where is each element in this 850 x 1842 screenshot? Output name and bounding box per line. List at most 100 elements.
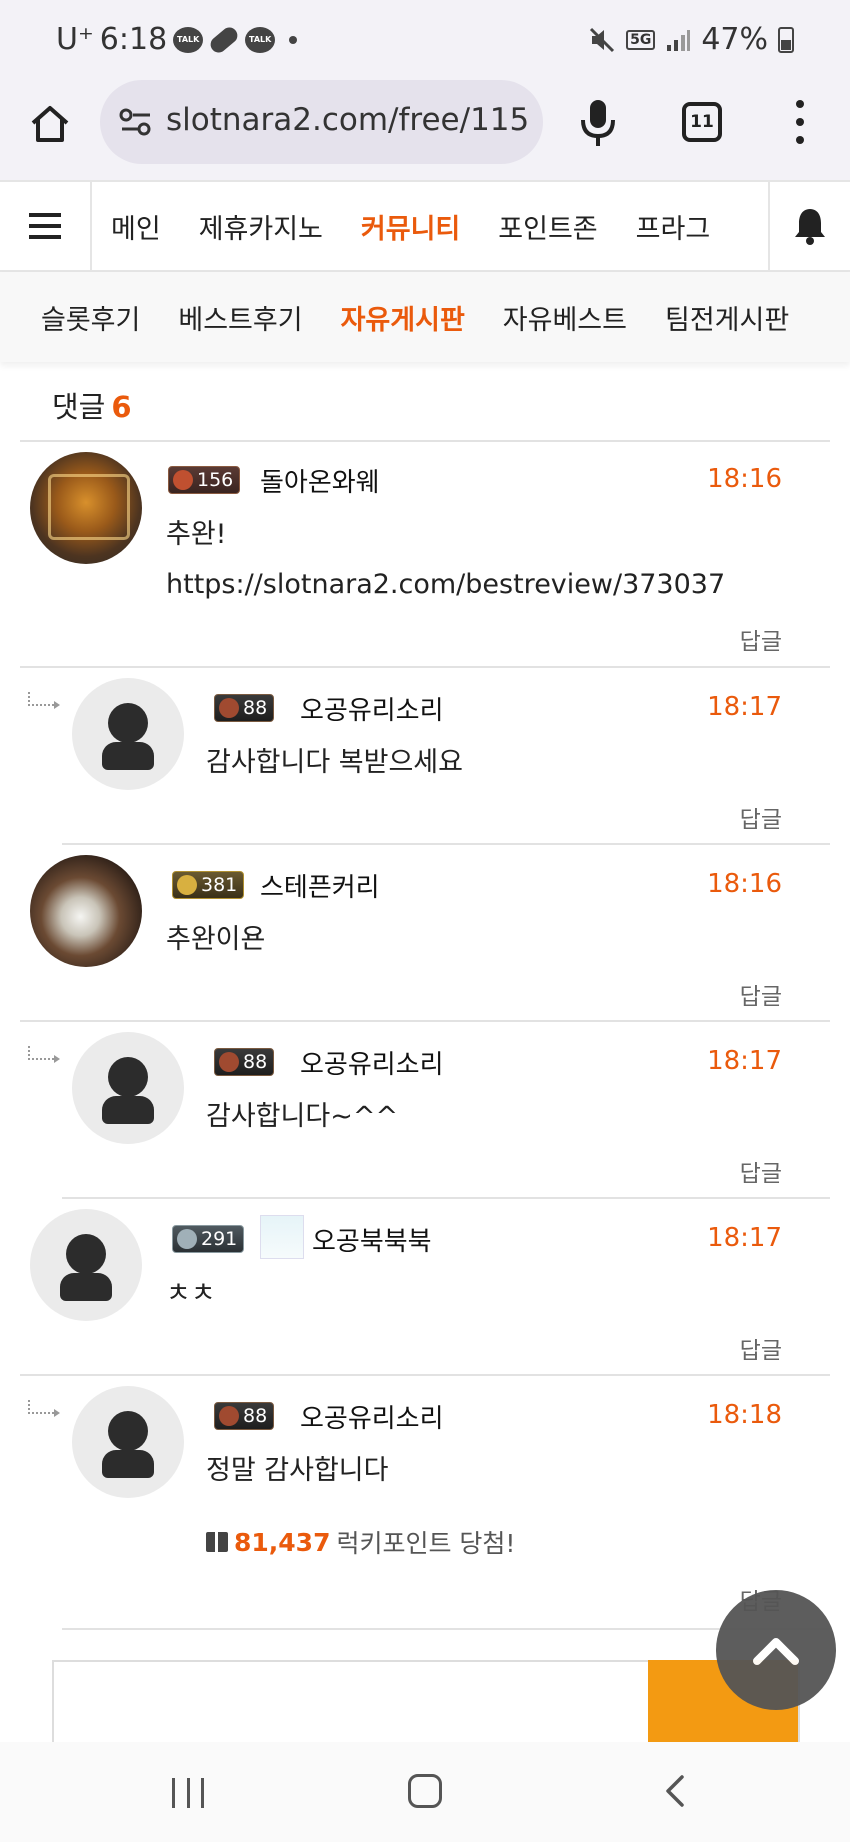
comment-username[interactable]: 돌아온와웨: [260, 462, 380, 499]
notification-dot-icon: [289, 35, 298, 44]
comment-time: 18:17: [707, 1046, 782, 1076]
level-badge: 88: [214, 694, 275, 722]
comment-link[interactable]: https://slotnara2.com/bestreview/373037: [166, 560, 725, 610]
reply-indicator-icon: [28, 1400, 60, 1417]
network-type: 5G: [626, 29, 656, 50]
comment-time: 18:18: [707, 1400, 782, 1430]
scroll-to-top-button[interactable]: [716, 1590, 836, 1710]
comment-item: 291 오공북북북 18:17 ㅊㅊ 답글: [20, 1199, 830, 1376]
comments-count: 6: [111, 390, 132, 424]
comment-text: 추완이욘: [166, 924, 266, 955]
comments-header: 댓글 6: [52, 384, 132, 426]
gift-icon: [206, 1532, 228, 1552]
comment-username[interactable]: 스테픈커리: [260, 867, 380, 904]
url-text[interactable]: slotnara2.com/free/1153: [166, 102, 531, 138]
carrier-label: U⁺: [56, 22, 94, 57]
kakaotalk-icon-2: TALK: [245, 26, 276, 53]
reply-button[interactable]: 답글: [740, 1331, 782, 1365]
signal-icon: [667, 29, 691, 51]
dot-icon: [796, 100, 804, 108]
dot-icon: [796, 136, 804, 144]
level-badge: 381: [172, 871, 245, 899]
comments-label: 댓글: [52, 390, 106, 424]
recent-apps-button[interactable]: [172, 1778, 204, 1808]
level-badge: 88: [214, 1048, 275, 1076]
subnav-item-team-board[interactable]: 팀전게시판: [646, 298, 808, 337]
home-icon: [31, 106, 69, 142]
browser-toolbar: slotnara2.com/free/1153 11: [0, 80, 850, 180]
comment-username[interactable]: 오공유리소리: [300, 1044, 444, 1081]
notifications-button[interactable]: [768, 182, 850, 270]
comment-time: 18:17: [707, 692, 782, 722]
recent-apps-icon: [201, 1778, 204, 1808]
subnav-item-free-best[interactable]: 자유베스트: [484, 298, 646, 337]
hamburger-icon-bar: [29, 224, 61, 228]
nav-item-prag[interactable]: 프라그: [617, 207, 730, 246]
comment-username[interactable]: 오공유리소리: [300, 1398, 444, 1435]
pill-icon: [207, 23, 241, 56]
home-button[interactable]: [24, 98, 76, 150]
comment-text: 추완!: [166, 519, 227, 550]
level-badge: 156: [168, 466, 241, 494]
status-bar: U⁺ 6:18 TALK TALK 5G 47%: [0, 0, 850, 80]
reply-button[interactable]: 답글: [740, 622, 782, 656]
avatar[interactable]: [30, 1209, 142, 1321]
subnav-item-best-review[interactable]: 베스트후기: [159, 298, 321, 337]
dot-icon: [796, 118, 804, 126]
nav-item-community[interactable]: 커뮤니티: [342, 207, 479, 246]
comment-username[interactable]: 오공북북북: [312, 1221, 432, 1258]
comment-time: 18:17: [707, 1223, 782, 1253]
back-icon: [666, 1775, 684, 1807]
comment-username[interactable]: 오공유리소리: [300, 690, 444, 727]
comment-text: ㅊㅊ: [166, 1278, 216, 1309]
subnav-item-free-board[interactable]: 자유게시판: [322, 298, 484, 337]
avatar[interactable]: [72, 1386, 184, 1498]
level-badge: 291: [172, 1225, 245, 1253]
comment-time: 18:16: [707, 869, 782, 899]
recent-apps-icon: [186, 1778, 190, 1808]
avatar[interactable]: [30, 452, 142, 564]
avatar[interactable]: [72, 1032, 184, 1144]
nav-item-partner-casino[interactable]: 제휴카지노: [180, 207, 342, 246]
more-options-button[interactable]: [790, 100, 810, 144]
comment-item: 88 오공유리소리 18:17 감사합니다 복받으세요 답글: [62, 668, 830, 845]
profile-image-icon: [260, 1215, 304, 1259]
comment-time: 18:16: [707, 464, 782, 494]
system-home-button[interactable]: [408, 1774, 442, 1808]
hamburger-icon-bar: [29, 235, 61, 239]
reply-indicator-icon: [28, 692, 60, 709]
comment-item: 381 스테픈커리 18:16 추완이욘 답글: [20, 845, 830, 1022]
site-settings-icon[interactable]: [118, 104, 154, 140]
nav-item-point-zone[interactable]: 포인트존: [479, 207, 616, 246]
comment-text: 정말 감사합니다: [206, 1455, 389, 1486]
address-bar[interactable]: slotnara2.com/free/1153: [100, 80, 543, 164]
tab-switcher-button[interactable]: 11: [682, 102, 722, 142]
kakaotalk-icon: TALK: [173, 26, 204, 53]
level-badge: 88: [214, 1402, 275, 1430]
lucky-points-value: 81,437: [234, 1527, 331, 1557]
battery-icon: [778, 26, 794, 53]
comment-text: 감사합니다~^^: [206, 1101, 399, 1132]
subnav-item-slot-review[interactable]: 슬롯후기: [22, 298, 159, 337]
reply-button[interactable]: 답글: [740, 800, 782, 834]
lucky-points-notice: 81,437 럭키포인트 당첨!: [206, 1524, 515, 1560]
system-back-button[interactable]: [660, 1774, 690, 1808]
comment-item: 88 오공유리소리 18:18 정말 감사합니다 81,437 럭키포인트 당첨…: [62, 1376, 830, 1630]
mute-icon: [590, 27, 615, 52]
reply-button[interactable]: 답글: [740, 977, 782, 1011]
bell-icon: [795, 209, 825, 245]
avatar[interactable]: [72, 678, 184, 790]
site-nav: 메인 제휴카지노 커뮤니티 포인트존 프라그: [0, 180, 850, 272]
menu-button[interactable]: [0, 182, 92, 270]
voice-search-button[interactable]: [575, 96, 621, 148]
battery-percent: 47%: [701, 22, 768, 57]
avatar[interactable]: [30, 855, 142, 967]
recent-apps-icon: [172, 1778, 175, 1808]
lucky-points-text: 럭키포인트 당첨!: [336, 1529, 516, 1558]
reply-button[interactable]: 답글: [740, 1154, 782, 1188]
comment-text: 감사합니다 복받으세요: [206, 747, 463, 778]
board-subnav: 슬롯후기 베스트후기 자유게시판 자유베스트 팀전게시판: [0, 272, 850, 362]
chevron-up-icon: [753, 1638, 799, 1665]
comment-item: 156 돌아온와웨 18:16 추완! https://slotnara2.co…: [20, 442, 830, 668]
nav-item-main[interactable]: 메인: [92, 207, 180, 246]
